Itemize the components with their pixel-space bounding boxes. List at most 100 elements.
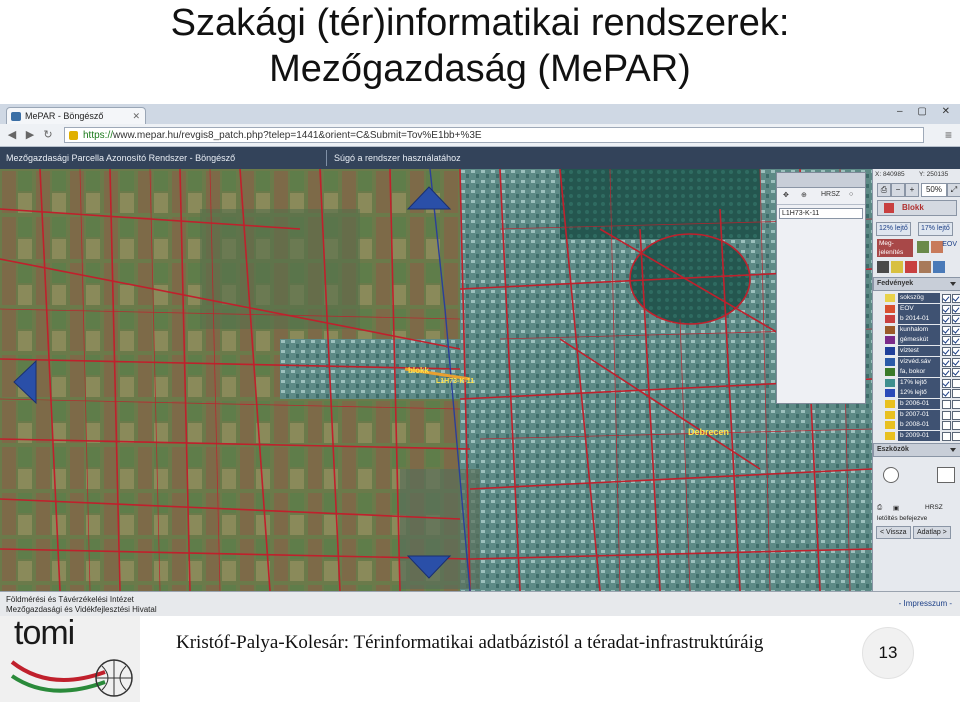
layer-active-checkbox[interactable]	[952, 315, 960, 325]
layer-active-checkbox[interactable]	[952, 421, 960, 431]
layer-row[interactable]: gémeskút	[873, 335, 960, 346]
layer-visible-checkbox[interactable]	[942, 346, 951, 356]
layer-visible-checkbox[interactable]	[942, 336, 951, 346]
back-button[interactable]: < Vissza	[876, 526, 911, 540]
layer-active-checkbox[interactable]	[952, 399, 960, 409]
hrsz-small-button[interactable]: HRSZ	[925, 504, 943, 511]
back-icon[interactable]: ◀	[4, 127, 20, 143]
layer-row[interactable]: 17% lejtő	[873, 377, 960, 389]
adatlap-button[interactable]: Adatlap >	[913, 526, 951, 540]
layer-active-checkbox[interactable]	[952, 389, 960, 399]
layer-row[interactable]: b 2006-01	[873, 398, 960, 410]
layer-active-checkbox[interactable]	[952, 294, 960, 303]
layer-active-checkbox[interactable]	[952, 378, 960, 388]
layer-active-checkbox[interactable]	[952, 346, 960, 356]
tomi-logo: tomi	[0, 614, 140, 702]
tool-square-icon[interactable]	[937, 467, 955, 484]
hrsz-button[interactable]: HRSZ	[821, 191, 840, 198]
layer-visible-checkbox[interactable]	[942, 315, 951, 325]
layer-row[interactable]: sokszög	[873, 293, 960, 304]
layer-swatch-icon	[885, 389, 895, 398]
layer-visible-checkbox[interactable]	[942, 410, 951, 420]
layer-row[interactable]: EOV	[873, 303, 960, 315]
zoom-to-icon[interactable]: ⊕	[801, 191, 807, 199]
slide-title-line1: Szakági (tér)informatikai rendszerek:	[170, 2, 790, 44]
address-row: ◀ ▶ ↻ https://www.mepar.hu/revgis8_patch…	[0, 124, 960, 147]
print-icon[interactable]: ⎙	[877, 183, 891, 197]
layer-row[interactable]: víztest	[873, 345, 960, 357]
zoom-out-icon[interactable]: −	[891, 183, 905, 197]
layer-row[interactable]: vízvéd.sáv	[873, 356, 960, 368]
close-tab-icon[interactable]: ✕	[132, 108, 140, 125]
favicon-icon	[11, 112, 21, 121]
pin-icon[interactable]: ✥	[783, 191, 789, 199]
clear-search-icon[interactable]: ○	[849, 191, 853, 198]
layer-active-checkbox[interactable]	[952, 336, 960, 346]
layer-active-checkbox[interactable]	[952, 410, 960, 420]
flag-icon[interactable]	[905, 261, 917, 273]
zoom-level[interactable]: 50%	[921, 183, 947, 197]
layer-swatch-icon	[885, 325, 895, 334]
bottom-tools: ⎙ ▣ HRSZ	[873, 503, 960, 515]
small-tool-icon[interactable]: ▣	[893, 504, 899, 512]
eszkozok-header[interactable]: Eszközök	[873, 443, 960, 458]
right-sidebar: X: 840985 Y: 250135 ⎙ − + 50% ⤢ Blokk 12…	[872, 169, 960, 591]
full-extent-icon[interactable]: ⤢	[947, 183, 960, 197]
layer-visible-checkbox[interactable]	[942, 357, 951, 367]
address-bar[interactable]: https://www.mepar.hu/revgis8_patch.php?t…	[64, 127, 924, 143]
window-controls[interactable]: – ▢ ✕	[897, 106, 956, 117]
layer-swatch-icon	[885, 315, 895, 324]
pan-north-icon[interactable]	[406, 185, 452, 211]
layer-active-checkbox[interactable]	[952, 431, 960, 441]
search-result[interactable]: L1H73-K-11	[779, 208, 863, 219]
layer-list: sokszög EOV b 2014-01 kunhalom gémeskút vízte…	[873, 293, 960, 441]
layer-row[interactable]: fa, bokor	[873, 367, 960, 378]
megjelenites-button[interactable]: Meg- jelenítés	[877, 239, 913, 257]
fedvenyek-header[interactable]: Fedvények	[873, 277, 960, 291]
menu-icon[interactable]: ≡	[945, 128, 952, 142]
binoculars-icon[interactable]	[877, 261, 889, 273]
footer-institute: Földmérési és Távérzékelési Intézet	[6, 595, 134, 604]
tool-radio-icon[interactable]	[883, 467, 899, 484]
lejto-12-button[interactable]: 12% lejtő	[876, 222, 911, 236]
layer-row[interactable]: kunhalom	[873, 324, 960, 336]
layer-visible-checkbox[interactable]	[942, 378, 951, 388]
layer-image-icon[interactable]	[917, 241, 929, 253]
layer-active-checkbox[interactable]	[952, 304, 960, 314]
layer-visible-checkbox[interactable]	[942, 294, 951, 303]
layer-visible-checkbox[interactable]	[942, 421, 951, 431]
layer-active-checkbox[interactable]	[952, 357, 960, 367]
impressum-link[interactable]: - Impresszum -	[899, 599, 952, 608]
layer-visible-checkbox[interactable]	[942, 304, 951, 314]
print-small-icon[interactable]: ⎙	[877, 504, 882, 512]
forward-icon[interactable]: ▶	[22, 127, 38, 143]
layer-row[interactable]: b 2007-01	[873, 409, 960, 421]
reload-icon[interactable]: ↻	[40, 127, 56, 143]
layer-visible-checkbox[interactable]	[942, 368, 951, 378]
person-icon[interactable]	[919, 261, 931, 273]
layer-row[interactable]: 12% lejtő	[873, 388, 960, 399]
layer-visible-checkbox[interactable]	[942, 389, 951, 399]
zoom-in-icon[interactable]: +	[905, 183, 919, 197]
measure-icon[interactable]	[891, 261, 903, 273]
browser-tab[interactable]: MePAR - Böngésző ✕	[6, 107, 146, 124]
pan-south-icon[interactable]	[406, 554, 452, 580]
map-view[interactable]: blokk L1H73-K-11 Debrecen	[0, 169, 872, 591]
layer-row[interactable]: b 2008-01	[873, 420, 960, 431]
layer-visible-checkbox[interactable]	[942, 431, 951, 441]
layer-active-checkbox[interactable]	[952, 368, 960, 378]
info-icon[interactable]	[933, 261, 945, 273]
blokk-button[interactable]: Blokk	[877, 200, 957, 216]
lejto-17-button[interactable]: 17% lejtő	[918, 222, 953, 236]
layer-active-checkbox[interactable]	[952, 325, 960, 335]
layer-row[interactable]: b 2009-01	[873, 430, 960, 442]
overview-icon[interactable]	[931, 241, 943, 253]
logo-text: tomi	[14, 614, 75, 652]
layer-row[interactable]: b 2014-01	[873, 314, 960, 325]
layer-visible-checkbox[interactable]	[942, 399, 951, 409]
layer-visible-checkbox[interactable]	[942, 325, 951, 335]
eov-button[interactable]: EOV	[942, 241, 957, 248]
help-link[interactable]: Súgó a rendszer használatához	[334, 147, 461, 169]
pan-west-icon[interactable]	[12, 359, 38, 405]
layer-swatch-icon	[885, 357, 895, 366]
